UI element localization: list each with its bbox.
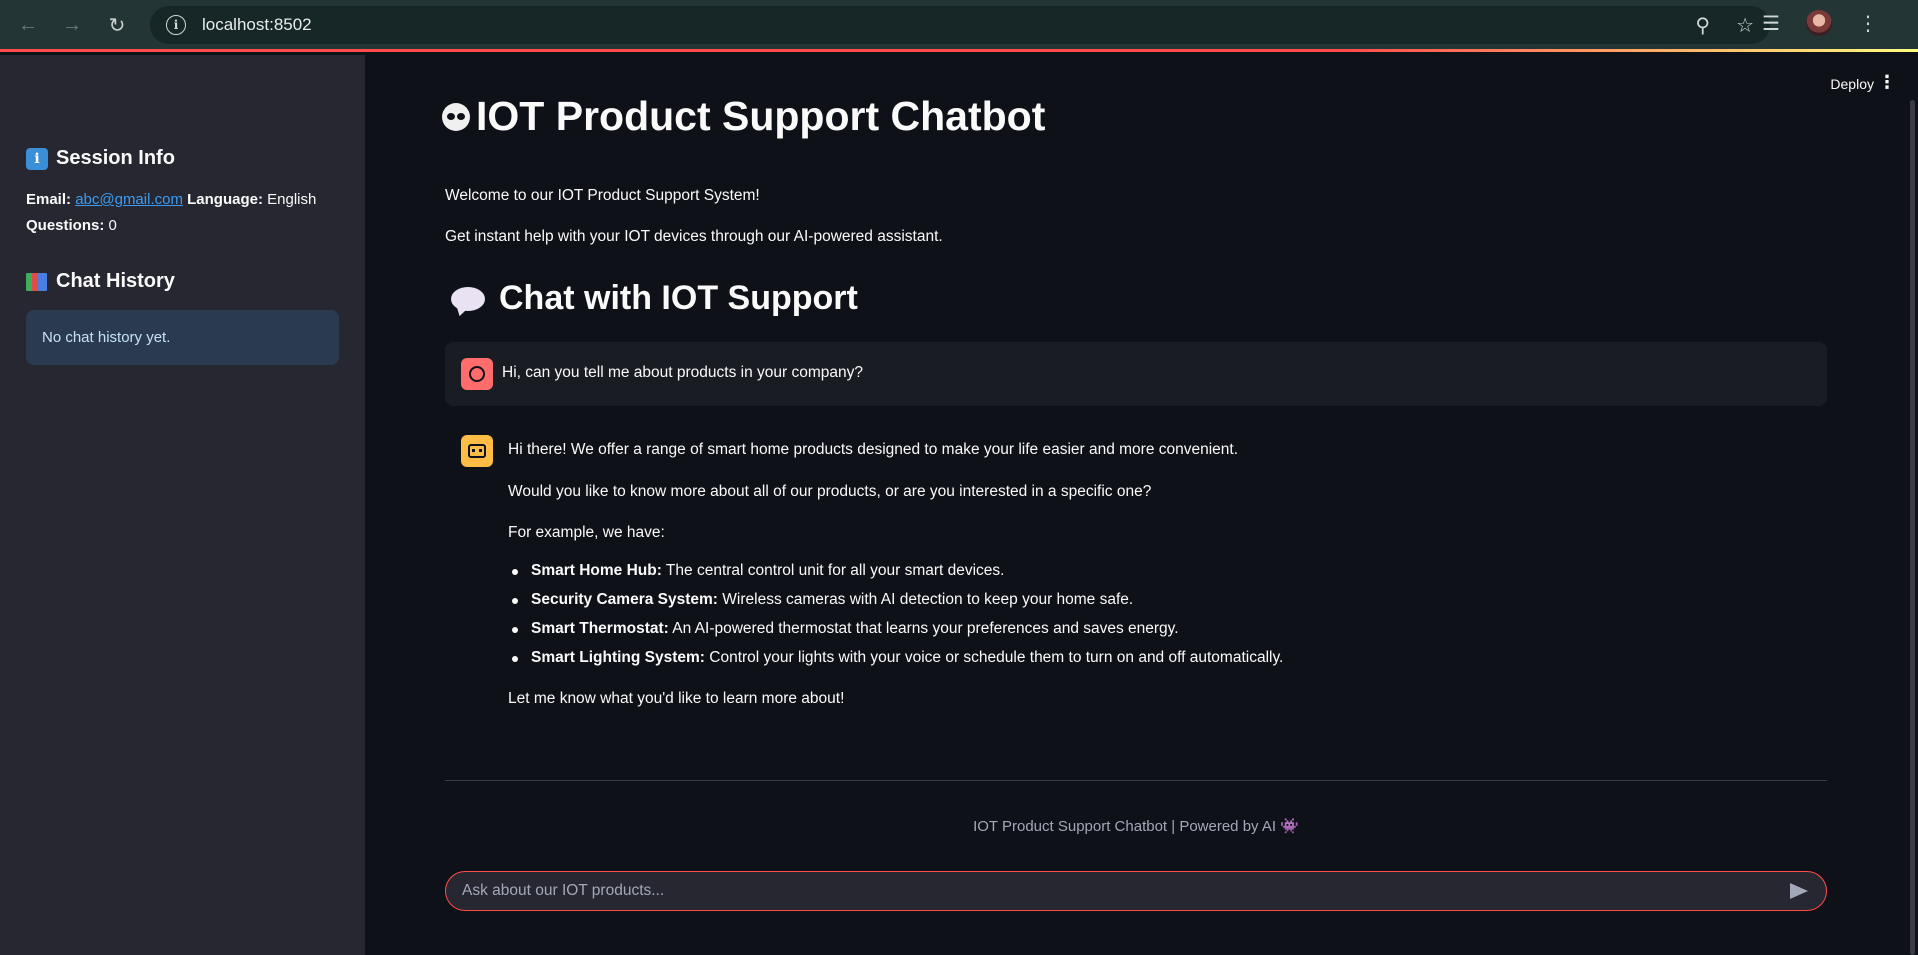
list-item: Security Camera System: Wireless cameras… bbox=[508, 589, 1283, 618]
language-value: English bbox=[267, 191, 317, 208]
divider bbox=[445, 780, 1827, 781]
chat-history-heading: Chat History bbox=[26, 270, 175, 293]
address-bar[interactable]: i localhost:8502 ⚲ ☆ bbox=[150, 6, 1770, 44]
info-icon: i bbox=[26, 147, 48, 170]
questions-label: Questions: bbox=[26, 217, 105, 234]
chat-heading: Chat with IOT Support bbox=[451, 279, 858, 318]
star-icon[interactable]: ☆ bbox=[1736, 13, 1754, 38]
questions-count: 0 bbox=[108, 217, 117, 234]
chat-input[interactable] bbox=[462, 882, 1788, 900]
user-message-text: Hi, can you tell me about products in yo… bbox=[502, 364, 863, 381]
alien-icon bbox=[442, 102, 470, 131]
main-content: Deploy ⋮ IOT Product Support Chatbot Wel… bbox=[365, 55, 1918, 955]
assistant-example: For example, we have: bbox=[508, 524, 665, 541]
welcome-text: Welcome to our IOT Product Support Syste… bbox=[445, 187, 760, 204]
session-info-heading: i Session Info bbox=[26, 147, 175, 170]
list-item: Smart Lighting System: Control your ligh… bbox=[508, 647, 1283, 676]
forward-icon[interactable]: → bbox=[54, 7, 90, 43]
books-icon bbox=[26, 271, 48, 293]
send-icon[interactable] bbox=[1788, 880, 1810, 902]
profile-avatar[interactable] bbox=[1806, 10, 1832, 36]
email-link[interactable]: abc@gmail.com bbox=[75, 191, 183, 208]
info-icon[interactable]: i bbox=[166, 15, 186, 35]
menu-icon[interactable]: ⋮ bbox=[1858, 11, 1878, 36]
back-icon[interactable]: ← bbox=[10, 7, 46, 43]
assistant-question: Would you like to know more about all of… bbox=[508, 483, 1152, 500]
speech-bubble-icon bbox=[451, 286, 485, 311]
language-label: Language: bbox=[187, 191, 263, 208]
main-menu-icon[interactable]: ⋮ bbox=[1878, 72, 1896, 93]
zoom-icon[interactable]: ⚲ bbox=[1695, 13, 1710, 38]
deploy-button[interactable]: Deploy bbox=[1830, 76, 1874, 92]
sidebar: i Session Info Email: abc@gmail.com Lang… bbox=[0, 55, 365, 955]
url-text[interactable]: localhost:8502 bbox=[202, 15, 312, 35]
user-avatar-icon bbox=[461, 358, 493, 390]
loading-accent-bar bbox=[0, 49, 1918, 52]
product-list: Smart Home Hub: The central control unit… bbox=[508, 560, 1283, 676]
list-item: Smart Thermostat: An AI-powered thermost… bbox=[508, 618, 1283, 647]
email-label: Email: bbox=[26, 191, 72, 208]
chat-input-box[interactable] bbox=[445, 871, 1827, 911]
user-message: Hi, can you tell me about products in yo… bbox=[445, 342, 1827, 406]
footer-text: IOT Product Support Chatbot | Powered by… bbox=[973, 818, 1299, 835]
robot-avatar-icon bbox=[461, 435, 493, 467]
session-details: Email: abc@gmail.com Language: English Q… bbox=[26, 187, 316, 239]
media-icon[interactable]: ☰ bbox=[1762, 11, 1780, 36]
list-item: Smart Home Hub: The central control unit… bbox=[508, 560, 1283, 589]
chat-history-empty-notice: No chat history yet. bbox=[26, 310, 339, 365]
reload-icon[interactable]: ↻ bbox=[99, 7, 135, 43]
assistant-intro: Hi there! We offer a range of smart home… bbox=[508, 441, 1239, 458]
assistant-closing: Let me know what you'd like to learn mor… bbox=[508, 690, 845, 707]
browser-toolbar: ← → ↻ i localhost:8502 ⚲ ☆ ☰ ⋮ bbox=[0, 0, 1918, 52]
page-title: IOT Product Support Chatbot bbox=[442, 93, 1045, 140]
scrollbar[interactable] bbox=[1910, 100, 1915, 955]
description-text: Get instant help with your IOT devices t… bbox=[445, 228, 943, 245]
